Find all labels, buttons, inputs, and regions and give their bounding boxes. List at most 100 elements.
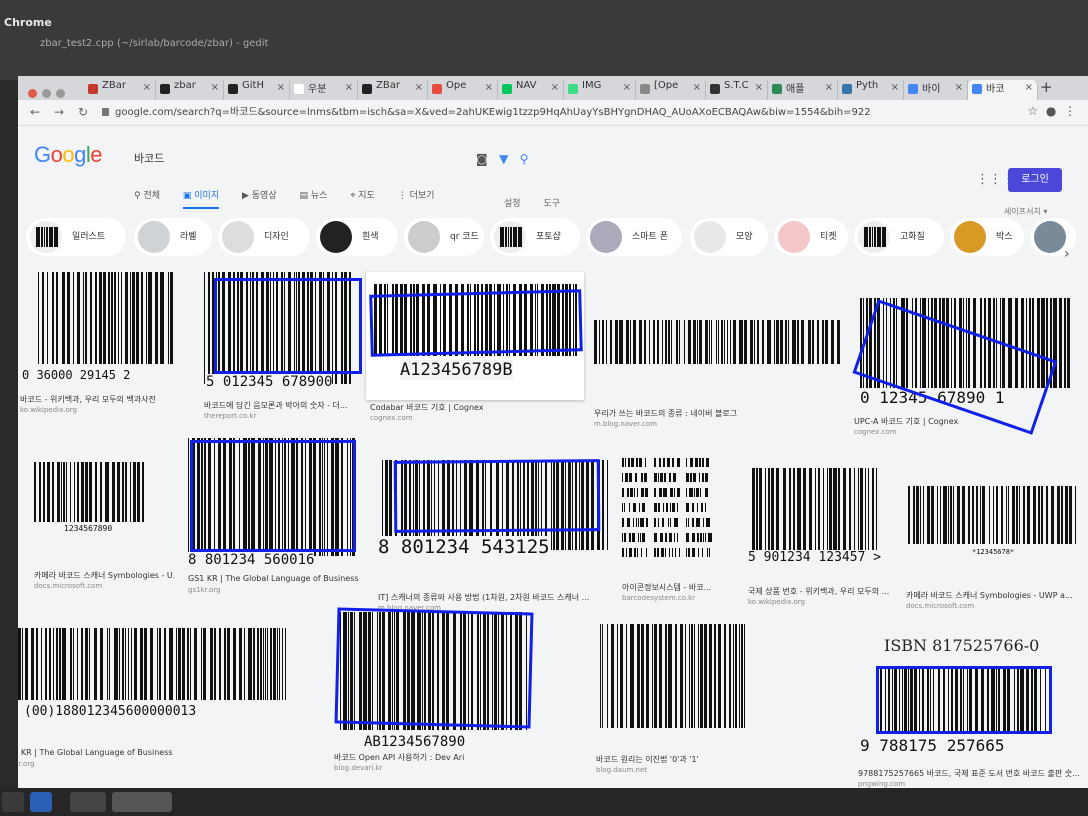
barcode-digits: 9 788175 257665: [860, 736, 1005, 755]
close-tab-icon[interactable]: ×: [551, 82, 559, 93]
browser-tab[interactable]: 우분 ×: [290, 80, 358, 100]
mic-icon[interactable]: ▼: [499, 152, 508, 166]
related-chip[interactable]: 포토샵: [490, 218, 580, 256]
browser-tab[interactable]: [Ope ×: [636, 80, 706, 100]
taskbar-app-icon[interactable]: [70, 792, 106, 812]
close-tab-icon[interactable]: ×: [755, 82, 763, 93]
result-caption[interactable]: 바코드에 담긴 음모론과 박아의 숫자 - 더...: [204, 400, 348, 411]
result-caption[interactable]: 바코드 Open API 사용하기 : Dev Ari: [334, 752, 464, 763]
chevron-right-icon[interactable]: ›: [1064, 246, 1070, 262]
close-tab-icon[interactable]: ×: [693, 82, 701, 93]
filter-videos[interactable]: ▶ 동영상: [242, 191, 277, 201]
tab-label: GitH: [242, 80, 264, 91]
search-icon[interactable]: ⚲: [520, 152, 529, 166]
result-caption[interactable]: 아이콘정보시스템 - 바코...: [622, 582, 711, 593]
close-tab-icon[interactable]: ×: [277, 82, 285, 93]
camera-icon[interactable]: ◙: [476, 152, 488, 166]
close-tab-icon[interactable]: ×: [955, 82, 963, 93]
browser-tab[interactable]: 바코 ×: [968, 80, 1038, 100]
filter-images[interactable]: ▣ 이미지: [182, 191, 220, 209]
result-caption[interactable]: 9788175257665 바코드, 국제 표준 도서 번호 바코드 출판 숫.…: [858, 768, 1080, 779]
close-tab-icon[interactable]: ×: [891, 82, 899, 93]
taskbar-app-icon[interactable]: [2, 792, 24, 812]
minimize-window-icon[interactable]: [42, 89, 51, 98]
profile-icon[interactable]: ●: [1046, 104, 1056, 118]
result-caption[interactable]: 바코드 - 위키백과, 우리 모두의 백과사전: [20, 394, 156, 405]
image-result[interactable]: 아이콘정보시스템 - 바코... barcodesystem.co.kr: [622, 452, 718, 606]
tab-favicon-icon: [972, 84, 982, 94]
image-result[interactable]: 1234567890 카메라 바코드 스캐너 Symbologies - U...…: [34, 462, 174, 594]
back-icon[interactable]: ←: [30, 105, 40, 119]
taskbar-app-icon[interactable]: [112, 792, 172, 812]
result-caption[interactable]: 카메라 바코드 스캐너 Symbologies - U...: [34, 570, 174, 581]
safesearch-toggle[interactable]: 세이프서치 ▾: [1004, 206, 1047, 217]
search-input[interactable]: 바코드: [134, 150, 164, 166]
new-tab-button[interactable]: +: [1040, 78, 1053, 96]
result-caption[interactable]: IT] 스캐너의 종류와 사용 방법 (1차원, 2차원 바코드 스캐너 ...: [378, 592, 589, 603]
image-result[interactable]: 0 36000 29145 2 바코드 - 위키백과, 우리 모두의 백과사전 ko…: [20, 272, 180, 418]
related-chip[interactable]: qr 코드: [404, 218, 484, 256]
related-chip[interactable]: 스마트 폰: [586, 218, 682, 256]
forward-icon[interactable]: →: [54, 105, 64, 119]
result-caption[interactable]: 카메라 바코드 스캐너 Symbologies - UWP a...: [906, 590, 1073, 601]
filter-more[interactable]: ⋮ 더보기: [398, 191, 435, 201]
google-logo[interactable]: Google: [34, 142, 103, 168]
result-caption[interactable]: GS1 KR | The Global Language of Business: [18, 748, 173, 757]
browser-tab[interactable]: Ope ×: [428, 80, 498, 100]
close-window-icon[interactable]: [28, 89, 37, 98]
windows-icon[interactable]: [30, 792, 52, 812]
related-chip[interactable]: 일러스트: [26, 218, 126, 256]
chip-label: 라벨: [180, 232, 197, 242]
close-tab-icon[interactable]: ×: [211, 82, 219, 93]
maximize-window-icon[interactable]: [56, 89, 65, 98]
close-tab-icon[interactable]: ×: [345, 82, 353, 93]
tools-link[interactable]: 도구: [543, 199, 560, 209]
chip-thumbnail: [408, 221, 440, 253]
close-tab-icon[interactable]: ×: [623, 82, 631, 93]
related-chip[interactable]: 티켓: [774, 218, 848, 256]
close-tab-icon[interactable]: ×: [485, 82, 493, 93]
related-chip[interactable]: 라벨: [134, 218, 212, 256]
browser-tab[interactable]: ZBar ×: [358, 80, 428, 100]
image-result[interactable]: (00)188012345600000013 GS1 KR | The Globa…: [18, 628, 302, 772]
login-button[interactable]: 로그인: [1008, 168, 1062, 192]
related-chip[interactable]: 박스: [950, 218, 1024, 256]
browser-tab[interactable]: GitH ×: [224, 80, 290, 100]
result-caption[interactable]: GS1 KR | The Global Language of Business: [188, 574, 359, 583]
close-tab-icon[interactable]: ×: [415, 82, 423, 93]
filter-all[interactable]: ⚲ 전체: [134, 191, 160, 201]
menu-icon[interactable]: ⋮: [1064, 104, 1076, 118]
browser-tab[interactable]: IMG ×: [564, 80, 636, 100]
result-caption[interactable]: 우리가 쓰는 바코드의 종류 : 네이버 블로그: [594, 408, 737, 419]
browser-tab[interactable]: 애플 ×: [768, 80, 838, 100]
close-tab-icon[interactable]: ×: [143, 82, 151, 93]
browser-tab[interactable]: ZBar ×: [84, 80, 156, 100]
related-chip[interactable]: 디자인: [218, 218, 310, 256]
image-result[interactable]: 5 901234 123457 > 국제 상품 번호 - 위키백과, 우리 모두의…: [748, 468, 889, 610]
filter-news[interactable]: ▤ 뉴스: [300, 191, 328, 201]
result-caption[interactable]: UPC-A 바코드 기호 | Cognex: [854, 416, 958, 427]
settings-link[interactable]: 설정: [504, 199, 521, 209]
browser-tab[interactable]: zbar ×: [156, 80, 224, 100]
result-caption[interactable]: 국제 상품 번호 - 위키백과, 우리 모두의 ...: [748, 586, 889, 597]
result-caption[interactable]: 바코드 원리는 이진법 '0'과 '1': [596, 754, 699, 765]
image-result[interactable]: 바코드 원리는 이진법 '0'과 '1' blog.daum.net: [596, 624, 766, 778]
close-tab-icon[interactable]: ×: [825, 82, 833, 93]
related-chip[interactable]: 고화질: [854, 218, 944, 256]
reload-icon[interactable]: ↻: [78, 105, 88, 119]
close-tab-icon[interactable]: ×: [1025, 82, 1033, 93]
related-chip[interactable]: 흰색: [316, 218, 398, 256]
result-source: cognex.com: [370, 414, 413, 422]
browser-tab[interactable]: S.T.C ×: [706, 80, 768, 100]
url-field[interactable]: google.com/search?q=바코드&source=lnms&tbm=…: [102, 104, 1012, 122]
search-box[interactable]: 바코드 ◙ ▼ ⚲: [120, 146, 550, 184]
browser-tab[interactable]: 바이 ×: [904, 80, 968, 100]
related-chip[interactable]: 모양: [690, 218, 768, 256]
result-caption[interactable]: Codabar 바코드 기호 | Cognex: [370, 402, 484, 413]
image-result[interactable]: *12345678* 카메라 바코드 스캐너 Symbologies - UWP …: [906, 486, 1076, 614]
bookmark-star-icon[interactable]: ☆: [1027, 104, 1038, 118]
browser-tab[interactable]: NAV ×: [498, 80, 564, 100]
image-result[interactable]: 우리가 쓰는 바코드의 종류 : 네이버 블로그 m.blog.naver.com: [594, 320, 844, 432]
filter-maps[interactable]: ⌖ 지도: [350, 191, 375, 201]
browser-tab[interactable]: Pyth ×: [838, 80, 904, 100]
